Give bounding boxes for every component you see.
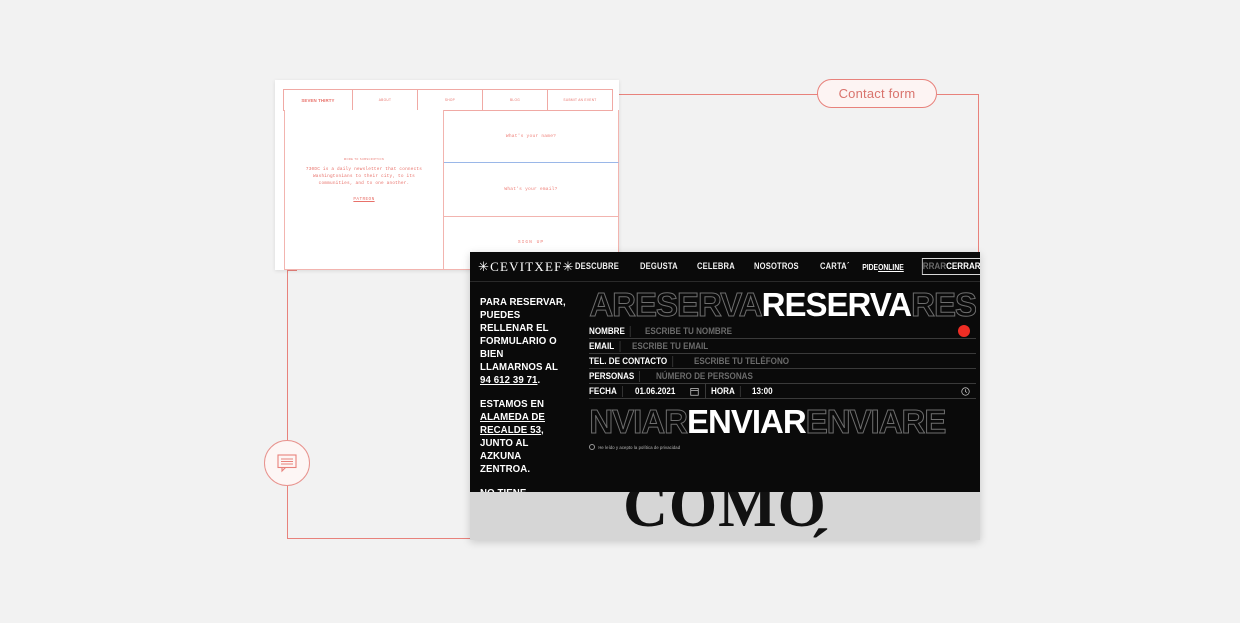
field-fecha-hora[interactable]: FECHA 01.06.2021 HORA 13:00 [589, 383, 976, 399]
info-line-1-b: . [537, 374, 541, 386]
newsletter-site-screenshot[interactable]: SEVEN THIRTY ABOUT SHOP BLOG SUBMIT AN E… [275, 80, 619, 270]
enviar-marquee[interactable]: NVIAR ENVIAR ENVIARE [589, 405, 976, 439]
field-hora-label: HORA [711, 385, 741, 397]
reserva-marquee: ARESERVA RESERVA RES [589, 288, 976, 322]
hero-line-main: RELIGIÓN [563, 528, 888, 540]
enviar-marquee-center: ENVIAR [687, 405, 807, 439]
dark-nav-celebra[interactable]: CELEBRA [697, 261, 735, 272]
field-email[interactable]: EMAIL ESCRIBE TU EMAIL [589, 339, 976, 354]
close-marquee-mid: CERRAR [945, 261, 980, 272]
field-personas-input[interactable]: NÚMERO DE PERSONAS [650, 371, 753, 382]
light-email-field[interactable]: What's your email? [443, 163, 619, 217]
seg-fecha[interactable]: FECHA 01.06.2021 [589, 384, 704, 399]
light-nav-item-about[interactable]: ABOUT [352, 89, 418, 111]
field-nombre-label: NOMBRE [589, 325, 632, 337]
info-line-1-a: PARA RESERVAR, PUEDES RELLENAR EL FORMUL… [480, 296, 566, 373]
light-nav-brand[interactable]: SEVEN THIRTY [283, 89, 353, 111]
contact-form-annotation[interactable]: Contact form [817, 79, 937, 108]
light-navbar: SEVEN THIRTY ABOUT SHOP BLOG SUBMIT AN E… [283, 89, 619, 111]
dark-logo[interactable]: ✳CEVITXEF✳ [478, 259, 575, 275]
dark-content: PARA RESERVAR, PUEDES RELLENAR EL FORMUL… [470, 282, 980, 512]
order-online-button[interactable]: PIDEONLINE [862, 262, 904, 272]
field-personas[interactable]: PERSONAS NÚMERO DE PERSONAS [589, 369, 976, 384]
calendar-icon[interactable] [684, 387, 705, 396]
dark-navbar: ✳CEVITXEF✳ DESCUBRE DEGUSTA CELEBRA NOSO… [470, 252, 980, 282]
seg-hora[interactable]: HORA 13:00 [704, 383, 976, 399]
light-promo-paragraph: 730DC is a daily newsletter that connect… [305, 167, 423, 186]
field-email-input[interactable]: ESCRIBE TU EMAIL [626, 341, 708, 352]
consent-text: He leído y acepto la política de privaci… [598, 444, 681, 450]
chat-bubble-badge[interactable] [264, 440, 310, 486]
canvas: Contact form SEVEN THIRTY ABOUT SHOP BLO… [0, 0, 1240, 623]
connector-line-bottom [287, 538, 471, 539]
dark-nav-descubre[interactable]: DESCUBRE [575, 261, 619, 272]
connector-line-top-right [937, 94, 979, 95]
light-nav-item-shop[interactable]: SHOP [417, 89, 483, 111]
reserva-marquee-center: RESERVA [761, 288, 912, 322]
cursor-dot [958, 325, 970, 337]
order-online-pide: PIDE [862, 261, 878, 272]
light-name-field[interactable]: What's your name? [443, 110, 619, 164]
field-personas-label: PERSONAS [589, 370, 641, 382]
field-telefono-label: TEL. DE CONTACTO [589, 355, 674, 367]
light-nav-item-submit-event[interactable]: SUBMIT AN EVENT [547, 89, 613, 111]
light-promo: MORE TO SUBSCRIPTION 730DC is a daily ne… [285, 158, 443, 202]
light-body: MORE TO SUBSCRIPTION 730DC is a daily ne… [284, 110, 619, 270]
connector-line-left [287, 270, 288, 442]
info-phone[interactable]: 94 612 39 71 [480, 374, 538, 386]
consent-radio-icon[interactable] [589, 444, 596, 450]
order-online-online: ONLINE [877, 261, 904, 272]
contact-form-label: Contact form [838, 86, 916, 101]
chat-bubble-icon [277, 454, 297, 473]
reservation-form: NOMBRE ESCRIBE TU NOMBRE EMAIL ESCRIBE T… [589, 324, 976, 399]
reservation-info: PARA RESERVAR, PUEDES RELLENAR EL FORMUL… [470, 282, 587, 512]
hero-headline: COMORELIGIÓN [563, 492, 888, 540]
light-promo-kicker: MORE TO SUBSCRIPTION [343, 158, 385, 161]
light-signup-form: What's your name? What's your email? SIG… [443, 110, 619, 270]
field-nombre[interactable]: NOMBRE ESCRIBE TU NOMBRE [589, 324, 976, 339]
close-marquee-pre: RRAR [922, 261, 946, 272]
dark-nav-nosotros[interactable]: NOSOTROS [754, 261, 799, 272]
light-promo-panel: MORE TO SUBSCRIPTION 730DC is a daily ne… [284, 110, 444, 270]
reserva-marquee-left: ARESERVA [589, 288, 763, 322]
connector-line-left-lower [287, 486, 288, 538]
connector-line-top [619, 94, 818, 95]
close-button-marquee[interactable]: RRARCERRARCERRAR [921, 258, 980, 275]
field-fecha-label: FECHA [589, 385, 624, 397]
enviar-marquee-right: ENVIARE [805, 405, 947, 439]
clock-icon[interactable] [955, 386, 976, 396]
privacy-consent[interactable]: He leído y acepto la política de privaci… [589, 444, 976, 450]
restaurant-site-screenshot[interactable]: ✳CEVITXEF✳ DESCUBRE DEGUSTA CELEBRA NOSO… [470, 252, 980, 540]
hero-headline-strip: COMORELIGIÓN [470, 492, 980, 540]
dark-nav-right: PIDEONLINE RRARCERRARCERRAR [857, 258, 980, 275]
info-line-2-a: ESTAMOS EN [480, 398, 545, 410]
info-line-2: ESTAMOS EN ALAMEDA DE RECALDE 53, JUNTO … [480, 398, 566, 476]
field-telefono[interactable]: TEL. DE CONTACTO ESCRIBE TU TELÉFONO [589, 354, 976, 369]
field-nombre-input[interactable]: ESCRIBE TU NOMBRE [639, 326, 731, 337]
info-address[interactable]: ALAMEDA DE RECALDE 53 [480, 411, 545, 436]
connector-line-right [978, 94, 979, 254]
info-line-1: PARA RESERVAR, PUEDES RELLENAR EL FORMUL… [480, 296, 566, 387]
field-hora-value[interactable]: 13:00 [746, 386, 773, 397]
dark-menu: DESCUBRE DEGUSTA CELEBRA NOSOTROS CARTA´ [575, 261, 857, 272]
connector-line-mid [287, 270, 297, 271]
light-nav-item-blog[interactable]: BLOG [482, 89, 548, 111]
field-email-label: EMAIL [589, 340, 621, 352]
reservation-form-panel: ARESERVA RESERVA RES NOMBRE ESCRIBE TU NOM… [587, 282, 980, 492]
reserva-marquee-right: RES [911, 288, 976, 322]
enviar-marquee-left: NVIAR [589, 405, 688, 439]
field-telefono-input[interactable]: ESCRIBE TU TELÉFONO [688, 356, 789, 367]
light-patreon-link[interactable]: PATREON [295, 197, 433, 202]
field-fecha-value[interactable]: 01.06.2021 [629, 386, 675, 397]
dark-nav-degusta[interactable]: DEGUSTA [640, 261, 678, 272]
dark-nav-carta[interactable]: CARTA´ [820, 261, 850, 272]
